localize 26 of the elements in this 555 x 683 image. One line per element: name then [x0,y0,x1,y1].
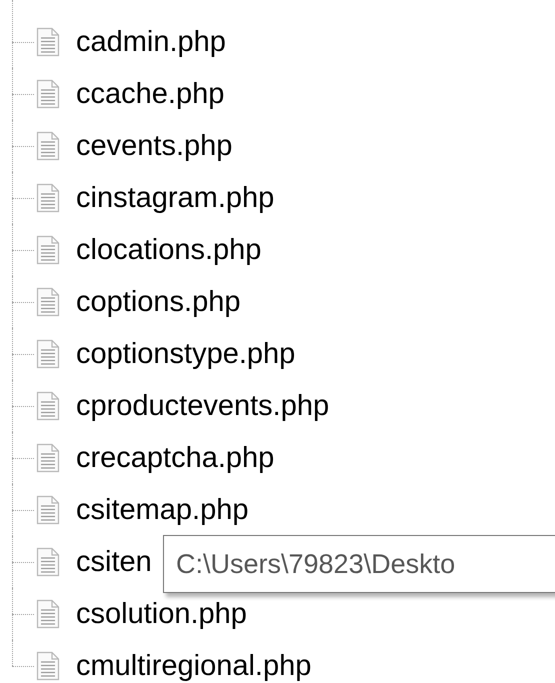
file-name[interactable]: cproductevents.php [76,392,330,420]
file-name[interactable]: cmultiregional.php [76,652,312,680]
file-name[interactable]: csolution.php [76,600,247,628]
file-name[interactable]: crecaptcha.php [76,444,274,472]
file-name[interactable]: csiten [76,548,152,576]
document-icon [36,131,60,161]
document-icon [36,339,60,369]
file-name[interactable]: csitemap.php [76,496,248,524]
document-icon [36,391,60,421]
document-icon [36,599,60,629]
document-icon [36,183,60,213]
document-icon [36,287,60,317]
document-icon [36,495,60,525]
document-icon [36,547,60,577]
document-icon [36,235,60,265]
document-icon [36,443,60,473]
file-name[interactable]: coptionstype.php [76,340,296,368]
file-name[interactable]: cadmin.php [76,28,226,56]
path-tooltip: C:\Users\79823\Deskto [163,535,555,593]
file-name[interactable]: cevents.php [76,132,232,160]
document-icon [36,79,60,109]
file-name[interactable]: ccache.php [76,80,224,108]
file-name[interactable]: cinstagram.php [76,184,274,212]
document-icon [36,27,60,57]
file-name[interactable]: clocations.php [76,236,262,264]
file-name[interactable]: coptions.php [76,288,240,316]
